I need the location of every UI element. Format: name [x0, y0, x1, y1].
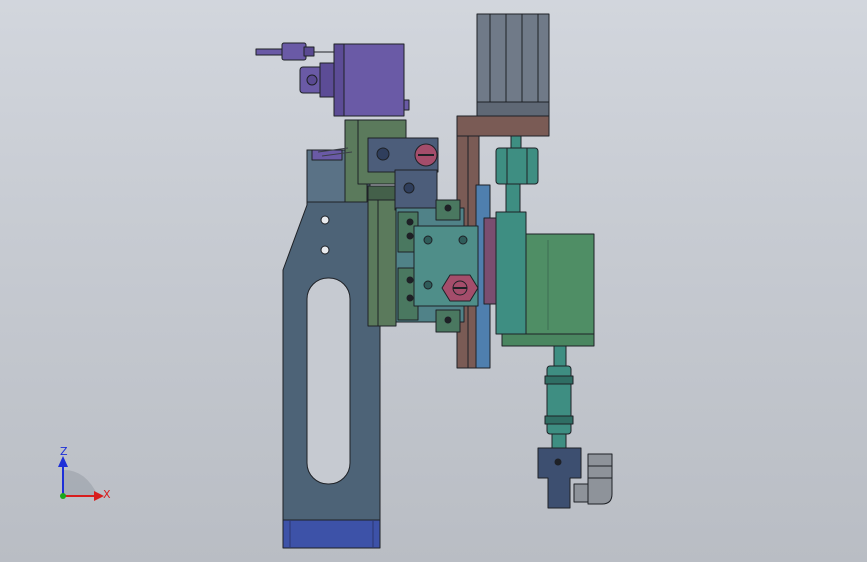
orientation-triad: Z X: [58, 445, 111, 501]
x-axis-label: X: [103, 488, 111, 501]
y-axis-dot: [60, 493, 66, 499]
cad-viewport[interactable]: Z X: [0, 0, 867, 562]
z-axis-label: Z: [60, 445, 68, 458]
triad-shadow: [63, 470, 98, 496]
